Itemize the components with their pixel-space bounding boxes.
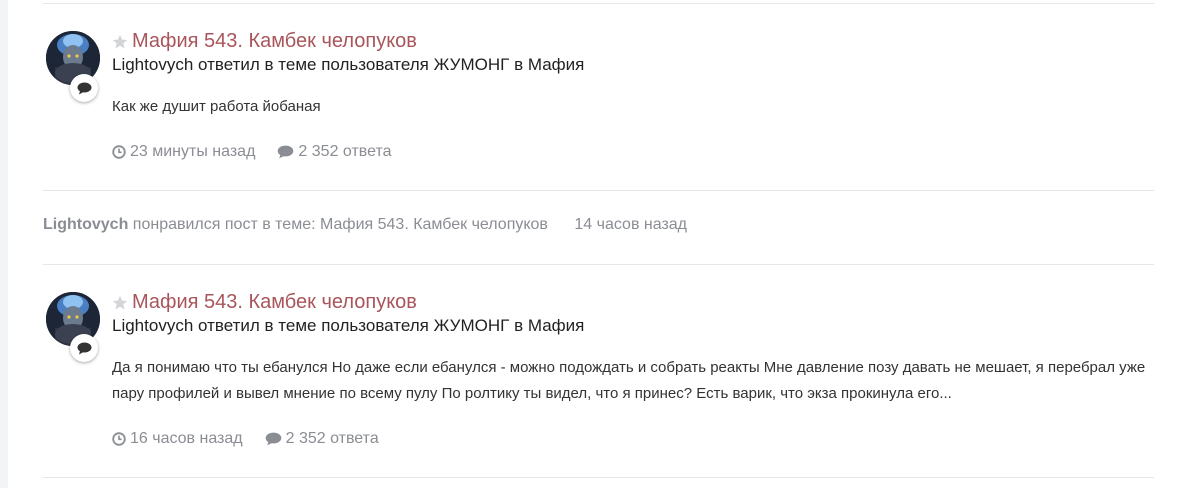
topic-starter-link[interactable]: ЖУМОНГ — [434, 316, 510, 335]
comment-icon — [77, 342, 91, 354]
entry-subtitle: Lightovych ответил в теме пользователя Ж… — [112, 316, 584, 336]
entry-title-row: Мафия 543. Камбек челопуков — [112, 30, 417, 53]
divider — [43, 264, 1154, 265]
clock-icon — [112, 145, 126, 159]
comment-icon — [77, 82, 91, 94]
activity-user-link[interactable]: Lightovych — [43, 216, 128, 233]
divider — [43, 3, 1154, 4]
reply-count: 2 352 ответа — [285, 430, 379, 447]
post-time[interactable]: 16 часов назад — [130, 430, 243, 448]
activity-time[interactable]: 14 часов назад — [574, 216, 687, 233]
topic-starter-link[interactable]: ЖУМОНГ — [434, 55, 510, 74]
topic-title-link[interactable]: Мафия 543. Камбек челопуков — [132, 30, 417, 53]
clock-icon — [112, 432, 126, 446]
activity-topic-link[interactable]: Мафия 543. Камбек челопуков — [320, 216, 548, 233]
author-link[interactable]: Lightovych — [112, 316, 193, 335]
activity-action: понравился пост в теме: — [132, 216, 316, 233]
star-icon[interactable] — [112, 34, 128, 50]
post-time[interactable]: 23 минуты назад — [130, 143, 255, 161]
action-text: ответил в теме пользователя — [198, 316, 429, 335]
reply-count: 2 352 ответа — [298, 143, 392, 160]
topic-title-link[interactable]: Мафия 543. Камбек челопуков — [132, 291, 417, 314]
entry-meta: 23 минуты назад 2 352 ответа — [112, 143, 392, 161]
entry-subtitle: Lightovych ответил в теме пользователя Ж… — [112, 55, 584, 75]
action-text: ответил в теме пользователя — [198, 55, 429, 74]
entry-title-row: Мафия 543. Камбек челопуков — [112, 291, 417, 314]
post-snippet: Да я понимаю что ты ебанулся Но даже есл… — [112, 359, 1146, 402]
entry-meta: 16 часов назад 2 352 ответа — [112, 430, 379, 448]
comments-icon — [278, 145, 294, 159]
comment-badge — [70, 334, 98, 362]
comment-badge — [70, 74, 98, 102]
comments-icon — [265, 432, 281, 446]
author-link[interactable]: Lightovych — [112, 55, 193, 74]
like-activity: Lightovych понравился пост в теме: Мафия… — [43, 216, 687, 234]
divider — [43, 190, 1154, 191]
in-text: в — [514, 55, 524, 74]
in-text: в — [514, 316, 524, 335]
star-icon[interactable] — [112, 295, 128, 311]
divider — [43, 477, 1154, 478]
forum-link[interactable]: Мафия — [528, 55, 585, 74]
post-snippet: Как же душит работа йобаная — [112, 98, 321, 115]
forum-link[interactable]: Мафия — [528, 316, 585, 335]
activity-stream: Мафия 543. Камбек челопуков Lightovych о… — [8, 0, 1188, 488]
